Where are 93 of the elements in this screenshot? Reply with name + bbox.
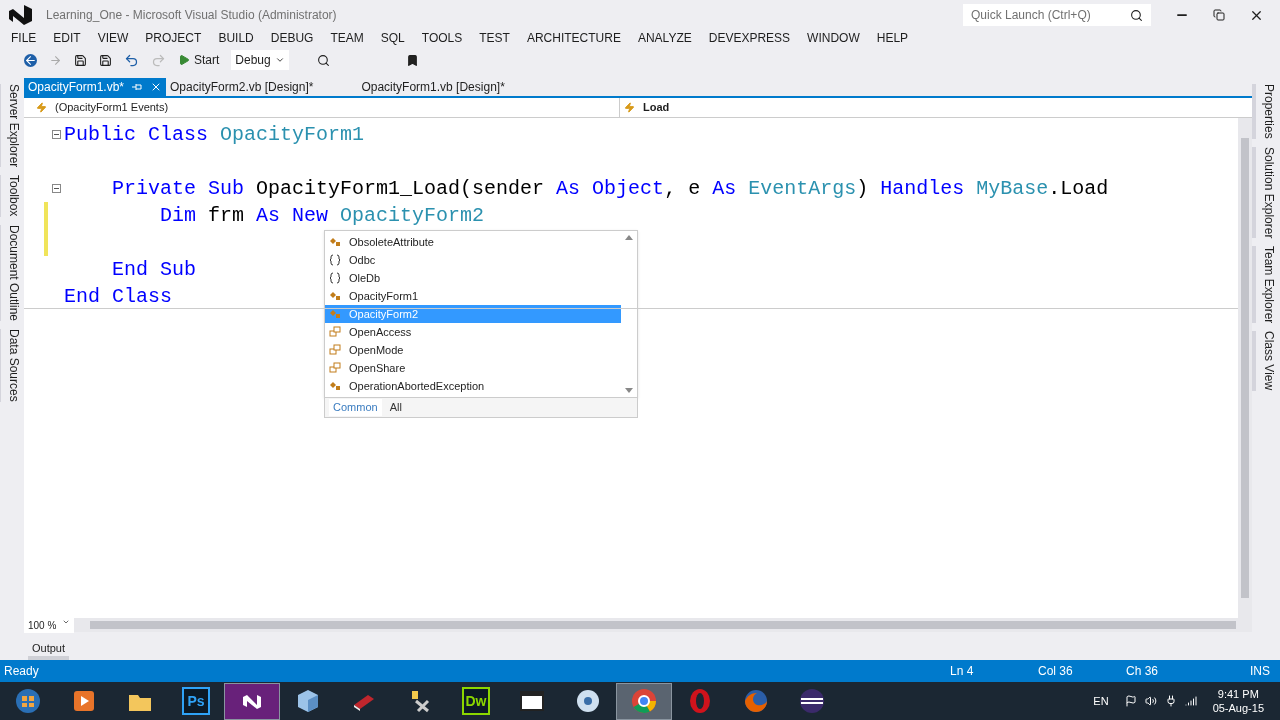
completion-item[interactable]: OperationAbortedException xyxy=(325,377,621,395)
menu-item[interactable]: TEST xyxy=(479,29,510,47)
start-button[interactable]: Start xyxy=(178,51,220,69)
member-dropdown[interactable]: Load xyxy=(620,98,1252,117)
menu-item[interactable]: EDIT xyxy=(53,29,81,47)
menu-item[interactable]: TOOLS xyxy=(421,29,463,47)
class-icon xyxy=(329,236,341,248)
character-indicator: Ch 36 xyxy=(1126,663,1160,680)
app-icon[interactable]: Dw xyxy=(462,687,490,715)
enum-icon xyxy=(329,362,341,374)
menu-item[interactable]: DEBUG xyxy=(270,29,314,47)
menu-item[interactable]: TEAM xyxy=(330,29,364,47)
chrome-app-icon[interactable] xyxy=(630,687,658,715)
status-text: Ready xyxy=(4,663,40,680)
filter-tab[interactable]: All xyxy=(385,399,406,416)
caret-icon xyxy=(275,55,286,65)
filter-tab[interactable]: Common xyxy=(329,399,382,416)
language-indicator[interactable]: EN xyxy=(1093,692,1109,710)
side-panel-tab[interactable]: Team Explorer xyxy=(1252,246,1280,324)
enum-icon xyxy=(329,326,341,338)
menu-item[interactable]: BUILD xyxy=(218,29,254,47)
back-icon[interactable] xyxy=(24,53,37,67)
side-panel-tab[interactable]: Class View xyxy=(1252,331,1280,391)
column-indicator: Col 36 xyxy=(1038,663,1074,680)
active-taskbar-button[interactable] xyxy=(224,682,280,720)
document-tab[interactable]: OpacityForm1.vb* xyxy=(24,78,167,96)
menu-item[interactable]: DEVEXPRESS xyxy=(708,29,791,47)
quick-launch-field[interactable]: Quick Launch (Ctrl+Q) xyxy=(963,4,1151,26)
scrollbar-thumb[interactable] xyxy=(1241,138,1249,598)
code-line: Dim frm As New OpacityForm2 xyxy=(159,202,485,229)
save-icon[interactable] xyxy=(74,53,87,67)
insert-mode-indicator: INS xyxy=(1250,663,1271,680)
visual-studio-logo-icon xyxy=(8,4,34,26)
type-dropdown[interactable]: (OpacityForm1 Events) xyxy=(24,98,620,117)
collapse-icon[interactable] xyxy=(51,130,61,139)
horizontal-scrollbar[interactable] xyxy=(90,621,1236,629)
braces-icon xyxy=(329,272,341,284)
class-icon xyxy=(329,290,341,302)
completion-item[interactable]: OleDb xyxy=(325,269,621,287)
enum-icon xyxy=(329,344,341,356)
scroll-up-icon[interactable] xyxy=(625,235,633,240)
menu-item[interactable]: WINDOW xyxy=(807,29,860,47)
menu-item[interactable]: HELP xyxy=(876,29,909,47)
restore-icon[interactable] xyxy=(1213,9,1225,21)
play-icon xyxy=(178,54,190,66)
side-panel-tab[interactable]: Properties xyxy=(1252,84,1280,139)
code-line: Public Class OpacityForm1 xyxy=(64,121,365,148)
undo-icon[interactable] xyxy=(124,52,139,68)
braces-icon xyxy=(329,254,341,266)
menu-item[interactable]: SQL xyxy=(380,29,405,47)
class-icon xyxy=(329,380,341,392)
start-app-icon[interactable] xyxy=(14,687,42,715)
completion-item[interactable]: Odbc xyxy=(325,251,621,269)
clock[interactable]: 9:41 PM 05-Aug-15 xyxy=(1212,687,1264,715)
document-tab[interactable]: OpacityForm1.vb [Design]* xyxy=(357,78,509,96)
scroll-down-icon[interactable] xyxy=(625,388,633,393)
class-icon xyxy=(329,308,341,320)
pin-icon[interactable] xyxy=(132,83,143,91)
menu-item[interactable]: ANALYZE xyxy=(637,29,692,47)
completion-item[interactable]: ObsoleteAttribute xyxy=(325,233,621,251)
menu-item[interactable]: ARCHITECTURE xyxy=(526,29,621,47)
completion-item[interactable]: OpenAccess xyxy=(325,323,621,341)
collapse-icon[interactable] xyxy=(51,184,61,193)
flag-icon[interactable] xyxy=(1124,695,1137,707)
completion-item[interactable]: OpacityForm1 xyxy=(325,287,621,305)
side-panel-tab[interactable]: Solution Explorer xyxy=(1252,146,1280,239)
app-icon[interactable]: Ps xyxy=(182,687,210,715)
completion-item[interactable]: OpenMode xyxy=(325,341,621,359)
bookmark-icon[interactable] xyxy=(406,53,420,67)
firefox-app-icon[interactable] xyxy=(742,687,770,715)
line-indicator: Ln 4 xyxy=(950,663,975,680)
eclipse-app-icon[interactable] xyxy=(798,687,826,715)
menu-item[interactable]: FILE xyxy=(11,29,37,47)
code-line: End Class xyxy=(64,283,173,310)
lightning-icon xyxy=(36,102,47,113)
document-tab[interactable]: OpacityForm2.vb [Design]* xyxy=(166,78,318,96)
code-line: Private Sub OpacityForm1_Load(sender As Object, e As EventArgs) Handles MyBase.Load xyxy=(111,175,1109,202)
configuration-dropdown[interactable]: Debug xyxy=(231,50,290,70)
disc-app-icon[interactable] xyxy=(574,687,602,715)
power-icon[interactable] xyxy=(1164,695,1177,707)
menu-item[interactable]: VIEW xyxy=(97,29,129,47)
volume-icon[interactable] xyxy=(1144,695,1157,707)
code-line: End Sub xyxy=(111,256,197,283)
taskbar-button[interactable]: Dw xyxy=(448,682,504,720)
find-icon[interactable] xyxy=(317,53,331,67)
search-icon xyxy=(1130,8,1143,22)
active-taskbar-button[interactable] xyxy=(616,682,672,720)
completion-item[interactable]: OpenShare xyxy=(325,359,621,377)
save-all-icon[interactable] xyxy=(99,53,112,67)
lightning-icon xyxy=(624,102,635,113)
menu-item[interactable]: PROJECT xyxy=(145,29,202,47)
window-title: Learning_One - Microsoft Visual Studio (Administrator) xyxy=(46,7,337,24)
taskbar-button[interactable]: Ps xyxy=(168,682,224,720)
